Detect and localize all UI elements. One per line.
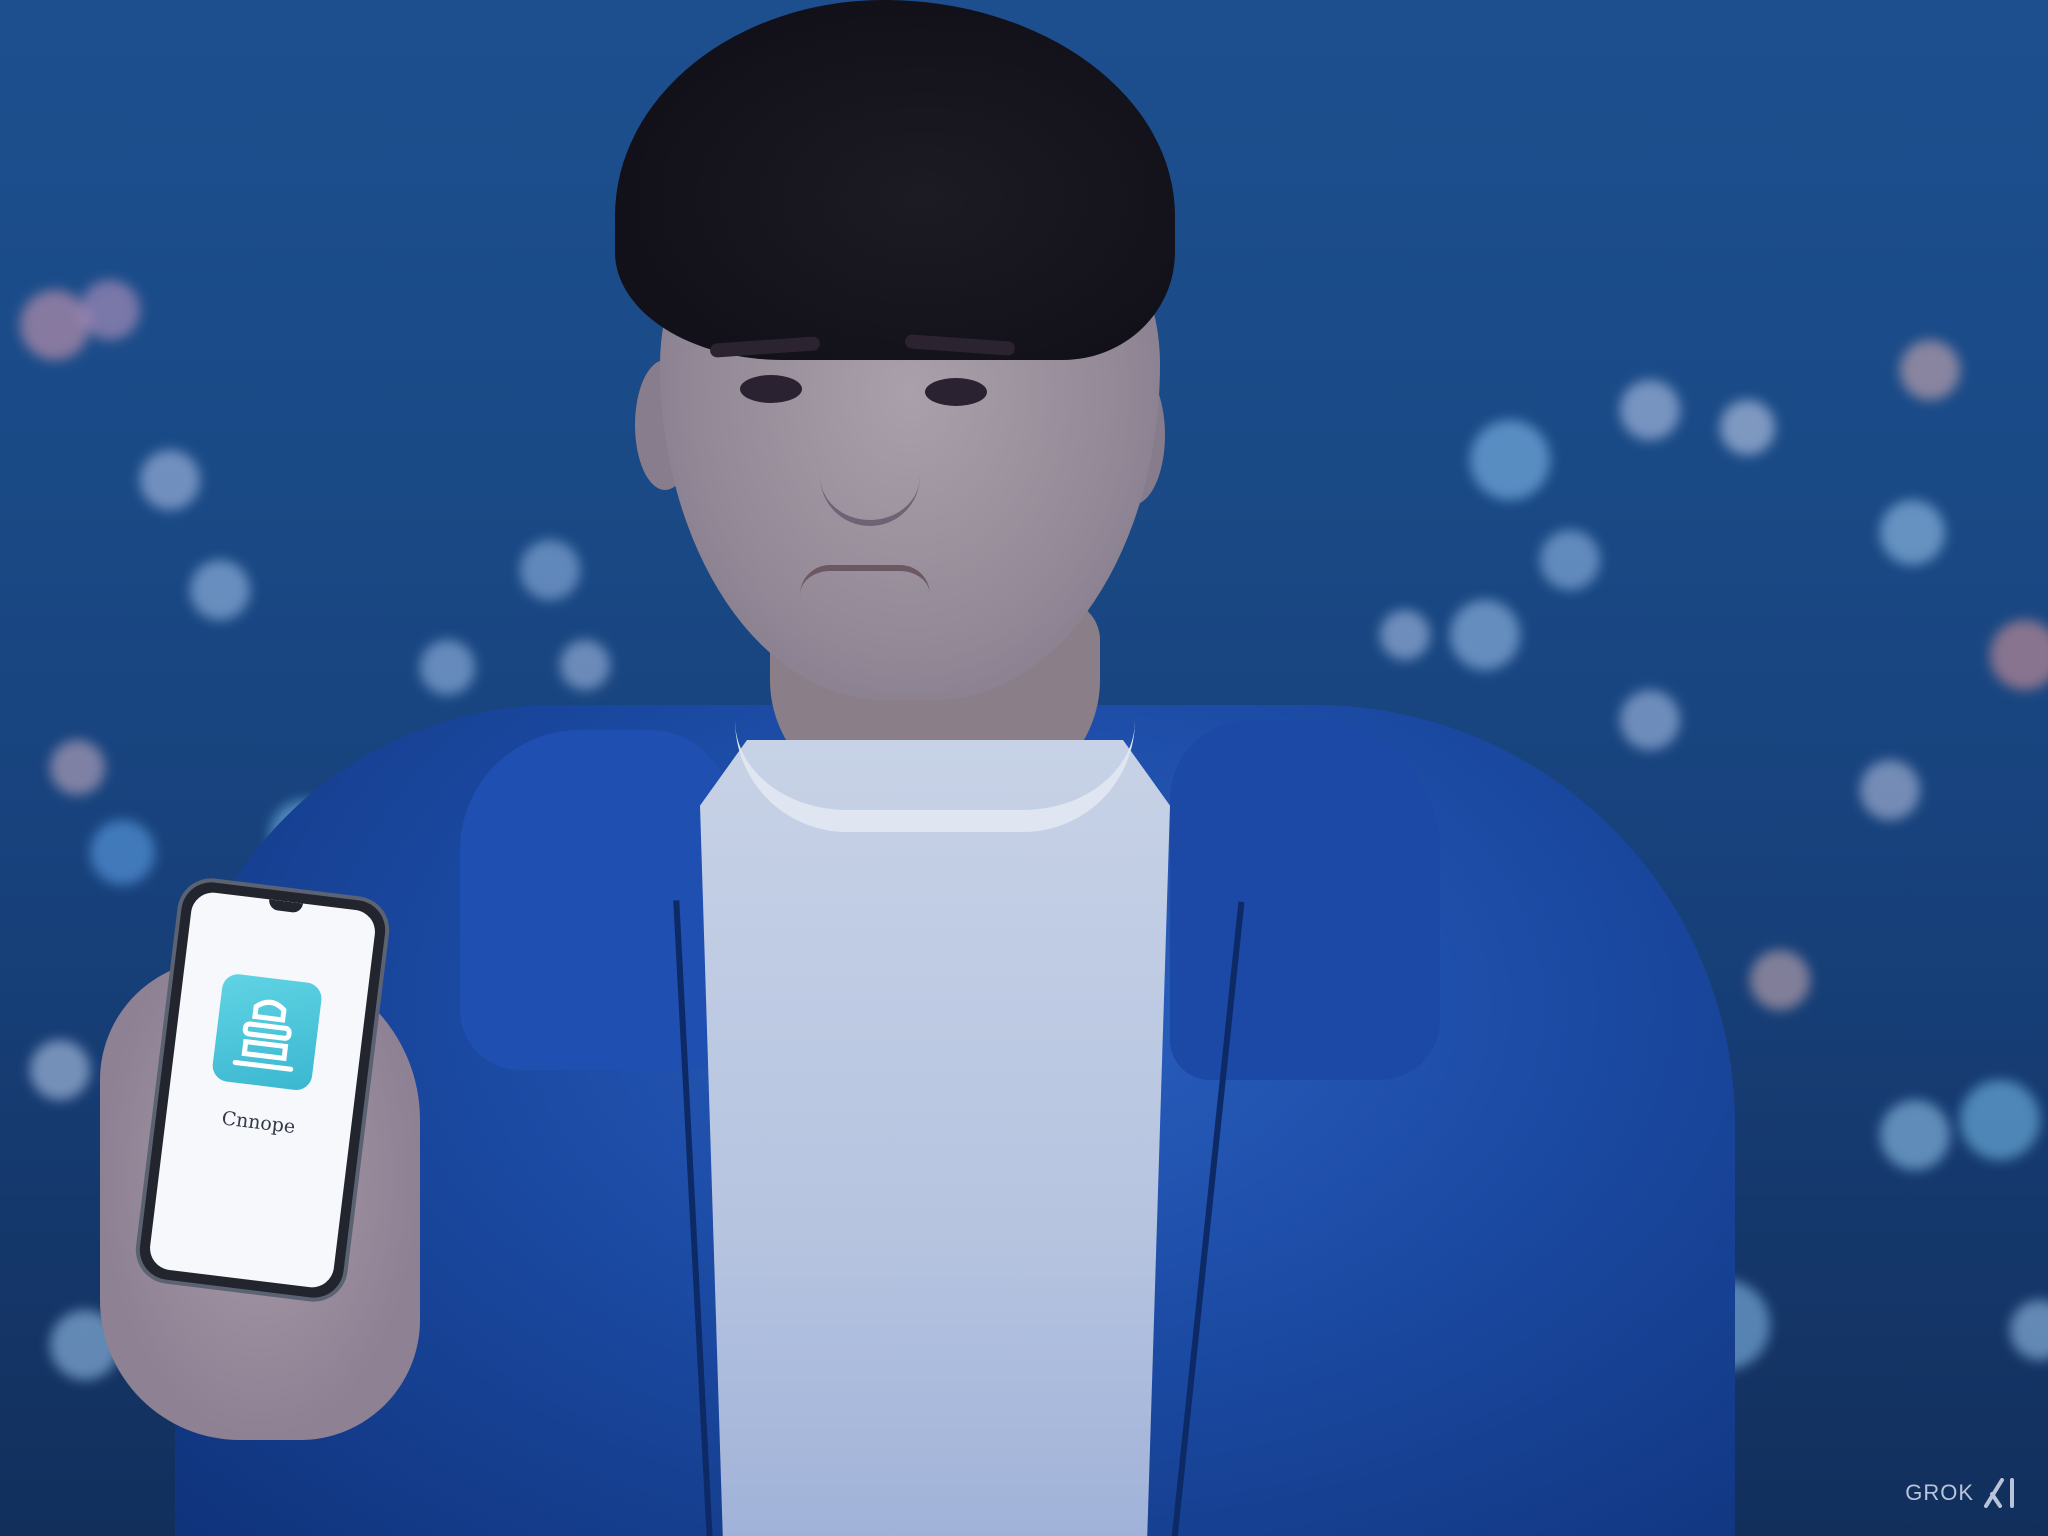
bokeh-light bbox=[1450, 600, 1520, 670]
hair bbox=[615, 0, 1175, 360]
bokeh-light bbox=[30, 1040, 90, 1100]
mouth bbox=[800, 565, 930, 595]
bokeh-light bbox=[1620, 690, 1680, 750]
bokeh-light bbox=[1380, 610, 1430, 660]
app-label: Cnnope bbox=[220, 1107, 297, 1139]
bokeh-light bbox=[2010, 1300, 2048, 1360]
bokeh-light bbox=[1990, 620, 2048, 690]
bokeh-light bbox=[20, 290, 90, 360]
right-eye bbox=[925, 378, 987, 406]
bokeh-light bbox=[80, 280, 140, 340]
bokeh-light bbox=[560, 640, 610, 690]
bokeh-light bbox=[1900, 340, 1960, 400]
bokeh-light bbox=[1540, 530, 1600, 590]
tshirt-collar bbox=[735, 720, 1135, 832]
bokeh-light bbox=[140, 450, 200, 510]
bokeh-light bbox=[1960, 1080, 2040, 1160]
watermark: GROK bbox=[1905, 1476, 2022, 1510]
left-eye bbox=[740, 375, 802, 403]
bokeh-light bbox=[190, 560, 250, 620]
photo-scene: Cnnope GROK bbox=[0, 0, 2048, 1536]
bokeh-light bbox=[1880, 1100, 1950, 1170]
bokeh-light bbox=[50, 740, 105, 795]
xai-logo-icon bbox=[1984, 1478, 2014, 1508]
white-tshirt bbox=[700, 740, 1170, 1536]
hoodie-hood-left bbox=[460, 730, 730, 1070]
bokeh-light bbox=[90, 820, 155, 885]
bokeh-light bbox=[520, 540, 580, 600]
bokeh-light bbox=[1470, 420, 1550, 500]
bokeh-light bbox=[1750, 950, 1810, 1010]
bokeh-light bbox=[1620, 380, 1680, 440]
bokeh-light bbox=[420, 640, 475, 695]
phone-notch bbox=[267, 899, 303, 914]
hoodie-hood-right bbox=[1170, 720, 1440, 1080]
bokeh-light bbox=[1880, 500, 1945, 565]
phone-screen: Cnnope bbox=[147, 890, 378, 1290]
bokeh-light bbox=[1860, 760, 1920, 820]
stacked-bowl-app-icon bbox=[210, 972, 324, 1092]
watermark-text: GROK bbox=[1905, 1480, 1974, 1505]
bokeh-light bbox=[1720, 400, 1775, 455]
